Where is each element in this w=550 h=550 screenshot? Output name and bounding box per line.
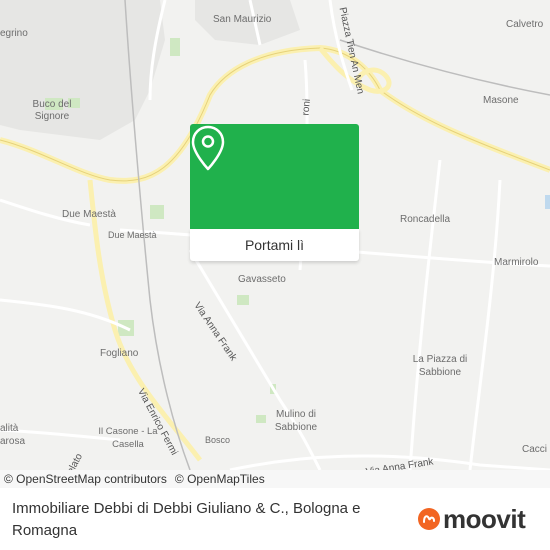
place-label-roncadella: Roncadella (400, 214, 451, 225)
moovit-mark-icon (418, 508, 440, 530)
place-label-san-maurizio: San Maurizio (213, 14, 272, 25)
place-label-mulino-di-sabbione: Mulino di Sabbione (274, 409, 318, 433)
directions-popup: Portami lì (190, 124, 359, 261)
place-label-alita-sarosa: alità arosa (0, 423, 26, 447)
moovit-wordmark: moovit (443, 503, 526, 534)
place-label-il-casone-la-casella: Il Casone - La Casella (98, 426, 158, 450)
attribution-bar: © OpenStreetMap contributors © OpenMapTi… (0, 470, 550, 488)
place-label-due-maesta-2: Due Maestà (108, 230, 157, 240)
place-label-due-maesta-1: Due Maestà (62, 209, 116, 220)
place-label-regrino: egrino (0, 28, 28, 39)
place-label-buco-del-signore: Buco del Signore (32, 99, 72, 122)
place-label-masone: Masone (483, 95, 519, 106)
moovit-logo[interactable]: moovit (418, 503, 538, 535)
place-label-calvetro: Calvetro (506, 19, 544, 30)
openmaptiles-attribution-link[interactable]: © OpenMapTiles (175, 472, 265, 486)
place-label-fogliano: Fogliano (100, 348, 139, 359)
street-label-via-roni: roni (300, 98, 313, 116)
place-title: Immobiliare Debbi di Debbi Giuliano & C.… (12, 500, 361, 539)
location-pin-icon (191, 125, 225, 171)
osm-attribution-link[interactable]: © OpenStreetMap contributors (4, 472, 167, 486)
place-label-cacci: Cacci (522, 444, 548, 455)
place-label-la-piazza-di-sabbione: La Piazza di Sabbione (412, 354, 468, 378)
popup-header (190, 124, 359, 229)
place-label-marmirolo: Marmirolo (494, 257, 539, 268)
place-label-gavasseto: Gavasseto (238, 274, 286, 285)
map[interactable]: San Maurizio Calvetro egrino Buco del Si… (0, 0, 550, 470)
take-me-there-button[interactable]: Portami lì (190, 229, 359, 261)
place-label-bosco: Bosco (205, 435, 231, 445)
